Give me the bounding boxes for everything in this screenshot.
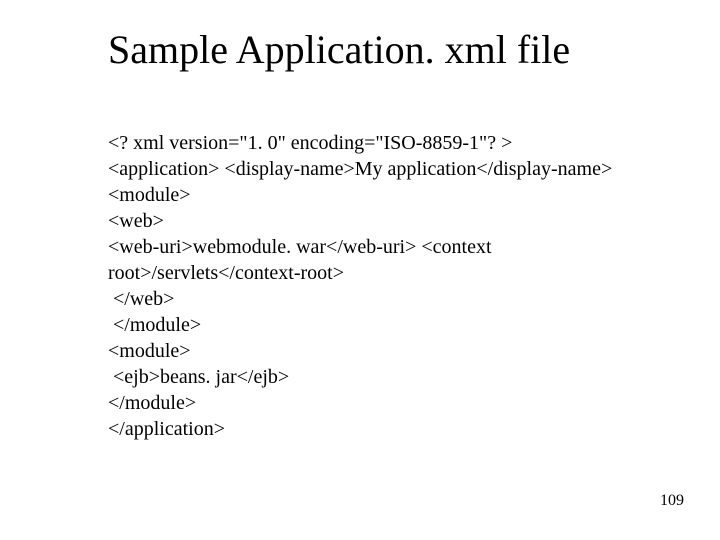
slide: Sample Application. xml file <? xml vers…: [0, 0, 720, 540]
code-line: <module>: [108, 338, 628, 364]
code-line: </web>: [108, 286, 628, 312]
code-line: </module>: [108, 312, 628, 338]
slide-title: Sample Application. xml file: [108, 26, 570, 73]
code-line: </application>: [108, 416, 628, 442]
code-line: <ejb>beans. jar</ejb>: [108, 364, 628, 390]
code-line: <module>: [108, 182, 628, 208]
code-line: <application> <display-name>My applicati…: [108, 156, 628, 182]
code-line: root>/servlets</context-root>: [108, 260, 628, 286]
code-line: <web-uri>webmodule. war</web-uri> <conte…: [108, 234, 628, 260]
code-line: <? xml version="1. 0" encoding="ISO-8859…: [108, 130, 628, 156]
page-number: 109: [660, 492, 684, 510]
code-line: </module>: [108, 390, 628, 416]
slide-body: <? xml version="1. 0" encoding="ISO-8859…: [108, 130, 628, 442]
code-line: <web>: [108, 208, 628, 234]
